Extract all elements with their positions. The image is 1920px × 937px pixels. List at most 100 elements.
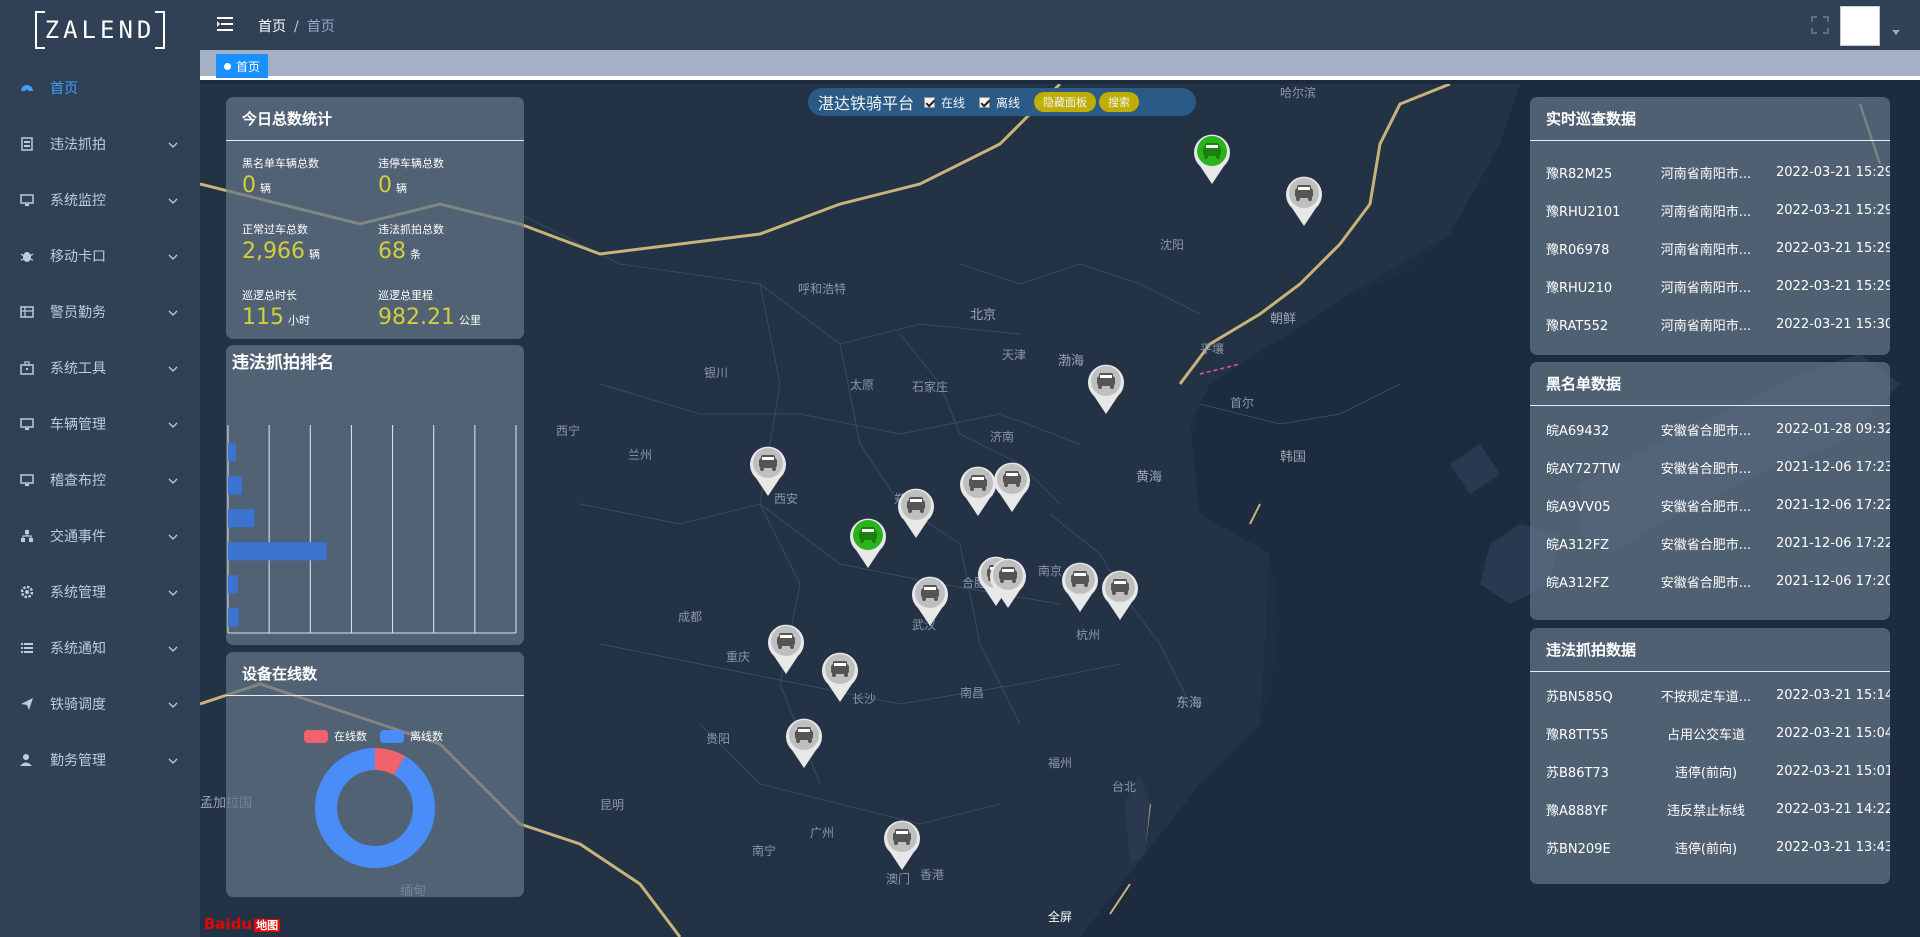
sidebar-item-label: 违法抓拍 <box>50 137 106 153</box>
vehicle-marker-online[interactable] <box>1192 132 1232 186</box>
table-row[interactable]: 苏B86T73 违停(前向) 2022-03-21 15:01:47 <box>1530 752 1890 790</box>
chevron-down-icon <box>168 192 178 208</box>
vehicle-marker-offline[interactable] <box>1284 174 1324 228</box>
table-row[interactable]: 皖A312FZ 安徽省合肥市... 2021-12-06 17:22:42 <box>1530 524 1890 562</box>
vehicle-marker-offline[interactable] <box>748 444 788 498</box>
stat-value: 2,966 <box>242 239 305 264</box>
car-pin-icon <box>1286 176 1322 226</box>
table-row[interactable]: 皖A312FZ 安徽省合肥市... 2021-12-06 17:20:41 <box>1530 562 1890 600</box>
time-cell: 2022-03-21 15:29:39 <box>1776 240 1890 256</box>
car-pin-icon <box>912 576 948 626</box>
table-row[interactable]: 豫RAT552 河南省南阳市... 2022-03-21 15:30:07 <box>1530 305 1890 343</box>
chevron-down-icon <box>168 640 178 656</box>
list-icon <box>20 641 34 655</box>
table-row[interactable]: 皖A69432 安徽省合肥市... 2022-01-28 09:32:51 <box>1530 410 1890 448</box>
vehicle-marker-online[interactable] <box>848 516 888 570</box>
baidu-logo: Baidu 地图 <box>204 915 281 933</box>
online-checkbox[interactable]: 在线 <box>924 94 965 111</box>
search-button[interactable]: 搜索 <box>1099 92 1140 112</box>
stat-unit: 辆 <box>260 182 271 195</box>
sidebar-item-4[interactable]: 警员勤务 <box>0 284 200 340</box>
sidebar-item-2[interactable]: 系统监控 <box>0 172 200 228</box>
time-cell: 2022-03-21 14:22:29 <box>1776 801 1890 817</box>
hide-panel-button[interactable]: 隐藏面板 <box>1034 92 1097 112</box>
time-cell: 2022-03-21 15:29:42 <box>1776 202 1890 218</box>
vehicle-marker-offline[interactable] <box>882 818 922 872</box>
chevron-down-icon <box>168 416 178 432</box>
plate-cell: 皖A9VV05 <box>1546 499 1611 515</box>
stat-value: 68 <box>378 239 406 264</box>
sidebar-item-12[interactable]: 勤务管理 <box>0 732 200 788</box>
vehicle-marker-offline[interactable] <box>820 650 860 704</box>
sidebar-item-7[interactable]: 稽查布控 <box>0 452 200 508</box>
vehicle-marker-offline[interactable] <box>784 716 824 770</box>
fullscreen-icon[interactable] <box>1810 15 1830 39</box>
table-row[interactable]: 豫R06978 河南省南阳市... 2022-03-21 15:29:39 <box>1530 229 1890 267</box>
sidebar-item-6[interactable]: 车辆管理 <box>0 396 200 452</box>
vehicle-marker-offline[interactable] <box>910 574 950 628</box>
camera-doc-icon <box>20 137 34 151</box>
place-cell: 占用公交车道 <box>1666 727 1745 743</box>
map-label: 贵阳 <box>706 732 731 746</box>
vehicle-marker-offline[interactable] <box>766 622 806 676</box>
sidebar-item-10[interactable]: 系统通知 <box>0 620 200 676</box>
blacklist-table: 皖A69432 安徽省合肥市... 2022-01-28 09:32:51 皖AY72… <box>1530 406 1890 600</box>
sidebar-item-1[interactable]: 违法抓拍 <box>0 116 200 172</box>
patrol-table: 豫R82M25 河南省南阳市... 2022-03-21 15:29:54 豫RHU2… <box>1530 149 1890 343</box>
vehicle-marker-offline[interactable] <box>1060 560 1100 614</box>
monitor-icon <box>20 473 34 487</box>
time-cell: 2022-03-21 15:29:54 <box>1776 164 1890 180</box>
sidebar-item-5[interactable]: 系统工具 <box>0 340 200 396</box>
table-row[interactable]: 豫RHU210 河南省南阳市... 2022-03-21 15:29:30 <box>1530 267 1890 305</box>
stat-label: 巡逻总里程 <box>378 289 433 302</box>
table-row[interactable]: 苏BN209E 违停(前向) 2022-03-21 13:43:31 <box>1530 828 1890 866</box>
map-label: 福州 <box>1048 756 1073 770</box>
tag-home[interactable]: 首页 <box>216 54 269 78</box>
sidebar-item-3[interactable]: 移动卡口 <box>0 228 200 284</box>
chevron-down-icon <box>168 136 178 152</box>
sidebar-item-9[interactable]: 系统管理 <box>0 564 200 620</box>
vehicle-marker-offline[interactable] <box>1086 362 1126 416</box>
hamburger-icon[interactable] <box>216 15 234 37</box>
vehicle-marker-offline[interactable] <box>992 460 1032 514</box>
vehicle-marker-offline[interactable] <box>1100 568 1140 622</box>
offline-checkbox[interactable]: 离线 <box>979 94 1020 111</box>
table-row[interactable]: 苏BN585Q 不按规定车道... 2022-03-21 15:14:20 <box>1530 676 1890 714</box>
car-pin-icon <box>884 820 920 870</box>
caret-down-icon[interactable] <box>1892 30 1900 35</box>
stat-value: 0 <box>378 173 392 198</box>
vehicle-marker-offline[interactable] <box>896 486 936 540</box>
map-fullscreen-button[interactable]: 全屏 <box>1048 908 1072 925</box>
logo[interactable]: ZALEND <box>0 0 200 60</box>
table-row[interactable]: 皖A9VV05 安徽省合肥市... 2021-12-06 17:22:57 <box>1530 486 1890 524</box>
violations-table: 苏BN585Q 不按规定车道... 2022-03-21 15:14:20 豫R8TT… <box>1530 672 1890 866</box>
vehicle-marker-offline[interactable] <box>988 556 1028 610</box>
place-cell: 不按规定车道... <box>1660 689 1752 705</box>
stat-label: 巡逻总时长 <box>242 289 297 302</box>
navbar: 首页 / 首页 <box>200 0 1920 50</box>
stat-label: 黑名单车辆总数 <box>242 157 319 170</box>
dot-icon <box>224 62 231 70</box>
table-row[interactable]: 豫A888YF 违反禁止标线 2022-03-21 14:22:29 <box>1530 790 1890 828</box>
table-row[interactable]: 豫R82M25 河南省南阳市... 2022-03-21 15:29:54 <box>1530 153 1890 191</box>
stat-label: 违法抓拍总数 <box>378 223 444 236</box>
sidebar-item-label: 系统工具 <box>50 361 106 377</box>
chevron-down-icon <box>168 752 178 768</box>
time-cell: 2022-03-21 15:04:52 <box>1776 725 1890 741</box>
stat-item: 正常过车总数 2,966 辆 <box>242 221 320 264</box>
table-row[interactable]: 豫R8TT55 占用公交车道 2022-03-21 15:04:52 <box>1530 714 1890 752</box>
avatar[interactable] <box>1840 6 1880 46</box>
sidebar: ZALEND 首页违法抓拍系统监控 移动卡口 警员勤务系统工具车辆管理 稽查布控 交通事… <box>0 0 200 937</box>
sidebar-item-0[interactable]: 首页 <box>0 60 200 116</box>
time-cell: 2021-12-06 17:23:21 <box>1776 459 1890 475</box>
map-label: 广州 <box>810 826 835 840</box>
place-cell: 河南省南阳市... <box>1660 280 1752 296</box>
table-row[interactable]: 豫RHU2101 河南省南阳市... 2022-03-21 15:29:42 <box>1530 191 1890 229</box>
car-pin-icon <box>1088 364 1124 414</box>
sidebar-item-11[interactable]: 铁骑调度 <box>0 676 200 732</box>
stat-label: 违停车辆总数 <box>378 157 444 170</box>
sidebar-item-8[interactable]: 交通事件 <box>0 508 200 564</box>
breadcrumb-home[interactable]: 首页 <box>258 19 286 35</box>
plate-cell: 皖A312FZ <box>1546 537 1610 553</box>
table-row[interactable]: 皖AY727TW 安徽省合肥市... 2021-12-06 17:23:21 <box>1530 448 1890 486</box>
